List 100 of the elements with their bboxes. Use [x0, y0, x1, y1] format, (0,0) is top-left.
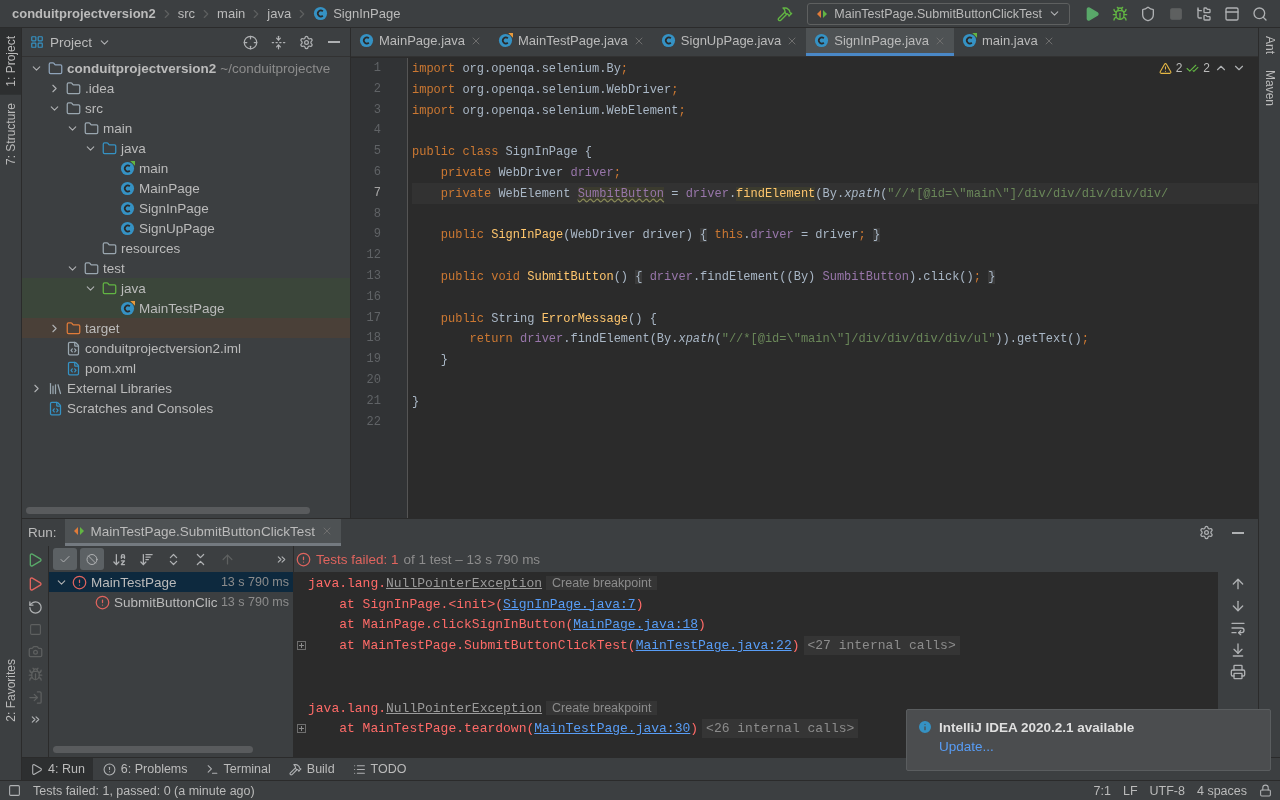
breadcrumb[interactable]: main	[217, 6, 246, 21]
tool-window-tab[interactable]: Maven	[1259, 62, 1280, 115]
tree-item[interactable]: External Libraries	[22, 378, 350, 398]
tree-item[interactable]: conduitprojectversion2.iml	[22, 338, 350, 358]
tool-window-tab[interactable]: 7: Structure	[0, 94, 21, 173]
breadcrumb[interactable]: src	[177, 6, 196, 21]
lock-icon	[1259, 784, 1272, 797]
create-breakpoint-link[interactable]: Create breakpoint	[546, 576, 658, 591]
expand-icon[interactable]	[296, 641, 306, 651]
folder-icon	[66, 320, 81, 336]
tree-item[interactable]: main	[22, 158, 350, 178]
breadcrumb[interactable]: conduitprojectversion2	[12, 6, 156, 21]
tree-item[interactable]: Scratches and Consoles	[22, 398, 350, 418]
stack-trace-text: )	[698, 617, 706, 633]
tree-item[interactable]: java	[22, 138, 350, 158]
bug-icon	[27, 667, 43, 682]
run-configuration-icon	[816, 7, 829, 20]
exception-link[interactable]: NullPointerException	[386, 700, 543, 716]
tree-item[interactable]: MainTestPage	[22, 298, 350, 318]
stack-trace-text: )	[635, 596, 644, 612]
tool-window-tab[interactable]: TODO	[344, 757, 415, 781]
tree-item-label: java	[121, 140, 146, 156]
tree-item-label: java	[121, 280, 146, 296]
exception-link[interactable]: NullPointerException	[386, 575, 543, 591]
code-line: private WebDriver driver;	[439, 166, 621, 180]
code-line: }	[412, 394, 420, 409]
tool-window-tab[interactable]: Ant	[1259, 28, 1280, 62]
tree-item[interactable]: pom.xml	[22, 358, 350, 378]
editor-tab[interactable]: MainPage.java	[351, 28, 490, 56]
tool-window-tab[interactable]: 4: Run	[22, 757, 93, 781]
tree-item[interactable]: SignInPage	[22, 198, 350, 218]
editor-tab[interactable]: SignUpPage.java	[652, 28, 807, 56]
scrollbar[interactable]	[53, 746, 253, 753]
status-item[interactable]: 4 spaces	[1196, 783, 1247, 798]
status-item[interactable]: UTF-8	[1149, 783, 1185, 798]
update-link[interactable]: Update...	[939, 739, 1260, 754]
status-item[interactable]: 7:1	[1093, 783, 1111, 798]
internal-calls-fold[interactable]: <26 internal calls>	[702, 719, 859, 739]
code-line: private WebElement SumbitButton = driver.findElement(By.xpath("//*[@id=\"main\"]/div/div/div/div/div/	[439, 186, 1169, 201]
file-icon	[66, 340, 81, 356]
source-link[interactable]: MainPage.java:18	[573, 617, 699, 633]
window-icon	[1224, 5, 1240, 22]
warning-count[interactable]: 2	[1175, 61, 1183, 75]
status-item[interactable]: LF	[1122, 783, 1138, 798]
tree-item[interactable]: java	[22, 278, 350, 298]
tree-item[interactable]: MainPage	[22, 178, 350, 198]
source-link[interactable]: MainTestPage.java:30	[534, 721, 691, 737]
editor-tab[interactable]: SignInPage.java	[806, 28, 954, 56]
tree-item[interactable]: main	[22, 118, 350, 138]
editor-tab[interactable]: MainTestPage.java	[490, 28, 653, 56]
library-icon	[48, 380, 63, 396]
tree-item[interactable]: conduitprojectversion2 ~/conduitprojectve	[22, 58, 350, 78]
internal-calls-fold[interactable]: <27 internal calls>	[803, 636, 960, 656]
tree-item-label: MainTestPage	[139, 300, 225, 316]
tree-item[interactable]: target	[22, 318, 350, 338]
result-row[interactable]: SubmitButtonClic 13 s 790 ms	[49, 592, 293, 612]
line-number: 7	[372, 184, 382, 202]
tree-item[interactable]: test	[22, 258, 350, 278]
tree-item-label: src	[85, 100, 103, 116]
code-line: import org.openqa.selenium.By;	[412, 62, 629, 76]
tool-window-tab[interactable]: Build	[280, 757, 343, 781]
soft-wrap-icon	[1230, 620, 1246, 636]
weak-warning-count[interactable]: 2	[1203, 61, 1210, 75]
show-ignored-toggle[interactable]	[80, 548, 104, 570]
rerun-icon	[27, 600, 43, 615]
project-view-dropdown[interactable]: Project	[30, 34, 112, 50]
run-tab[interactable]: MainTestPage.SubmitButtonClickTest	[64, 519, 341, 546]
folder-tree-icon	[1196, 5, 1212, 22]
class-icon	[120, 220, 135, 236]
tree-item[interactable]: .idea	[22, 78, 350, 98]
breadcrumb[interactable]: java	[267, 6, 292, 21]
class-icon	[313, 6, 329, 21]
settings-icon	[298, 34, 314, 50]
terminal-icon	[205, 762, 219, 776]
source-link[interactable]: MainTestPage.java:22	[635, 638, 792, 654]
breadcrumb[interactable]: SignInPage	[313, 6, 401, 21]
alert-icon	[102, 762, 116, 776]
path-hint: ~/conduitprojectve	[220, 60, 331, 76]
tree-item[interactable]: src	[22, 98, 350, 118]
class-icon	[120, 200, 135, 216]
tree-item[interactable]: resources	[22, 238, 350, 258]
play-icon	[27, 552, 43, 568]
result-row[interactable]: MainTestPage 13 s 790 ms	[49, 572, 293, 592]
scrollbar[interactable]	[26, 507, 310, 514]
show-passed-toggle[interactable]	[53, 548, 77, 570]
run-class-icon	[962, 33, 977, 48]
code-line: import org.openqa.selenium.WebElement;	[412, 103, 686, 118]
minus-icon	[328, 41, 340, 43]
tool-window-tab[interactable]: Terminal	[197, 757, 279, 781]
run-configuration-dropdown[interactable]: MainTestPage.SubmitButtonClickTest	[807, 2, 1070, 25]
tool-window-tab[interactable]: 1: Project	[0, 28, 21, 95]
expand-icon[interactable]	[296, 724, 306, 734]
create-breakpoint-link[interactable]: Create breakpoint	[546, 701, 658, 716]
tool-window-tab[interactable]: 2: Favorites	[0, 651, 21, 730]
class-icon	[814, 33, 830, 48]
tool-window-tab[interactable]: 6: Problems	[94, 757, 196, 781]
hammer-icon	[777, 5, 794, 22]
editor-tab[interactable]: main.java	[954, 28, 1063, 56]
tree-item[interactable]: SignUpPage	[22, 218, 350, 238]
source-link[interactable]: SignInPage.java:7	[503, 596, 636, 612]
